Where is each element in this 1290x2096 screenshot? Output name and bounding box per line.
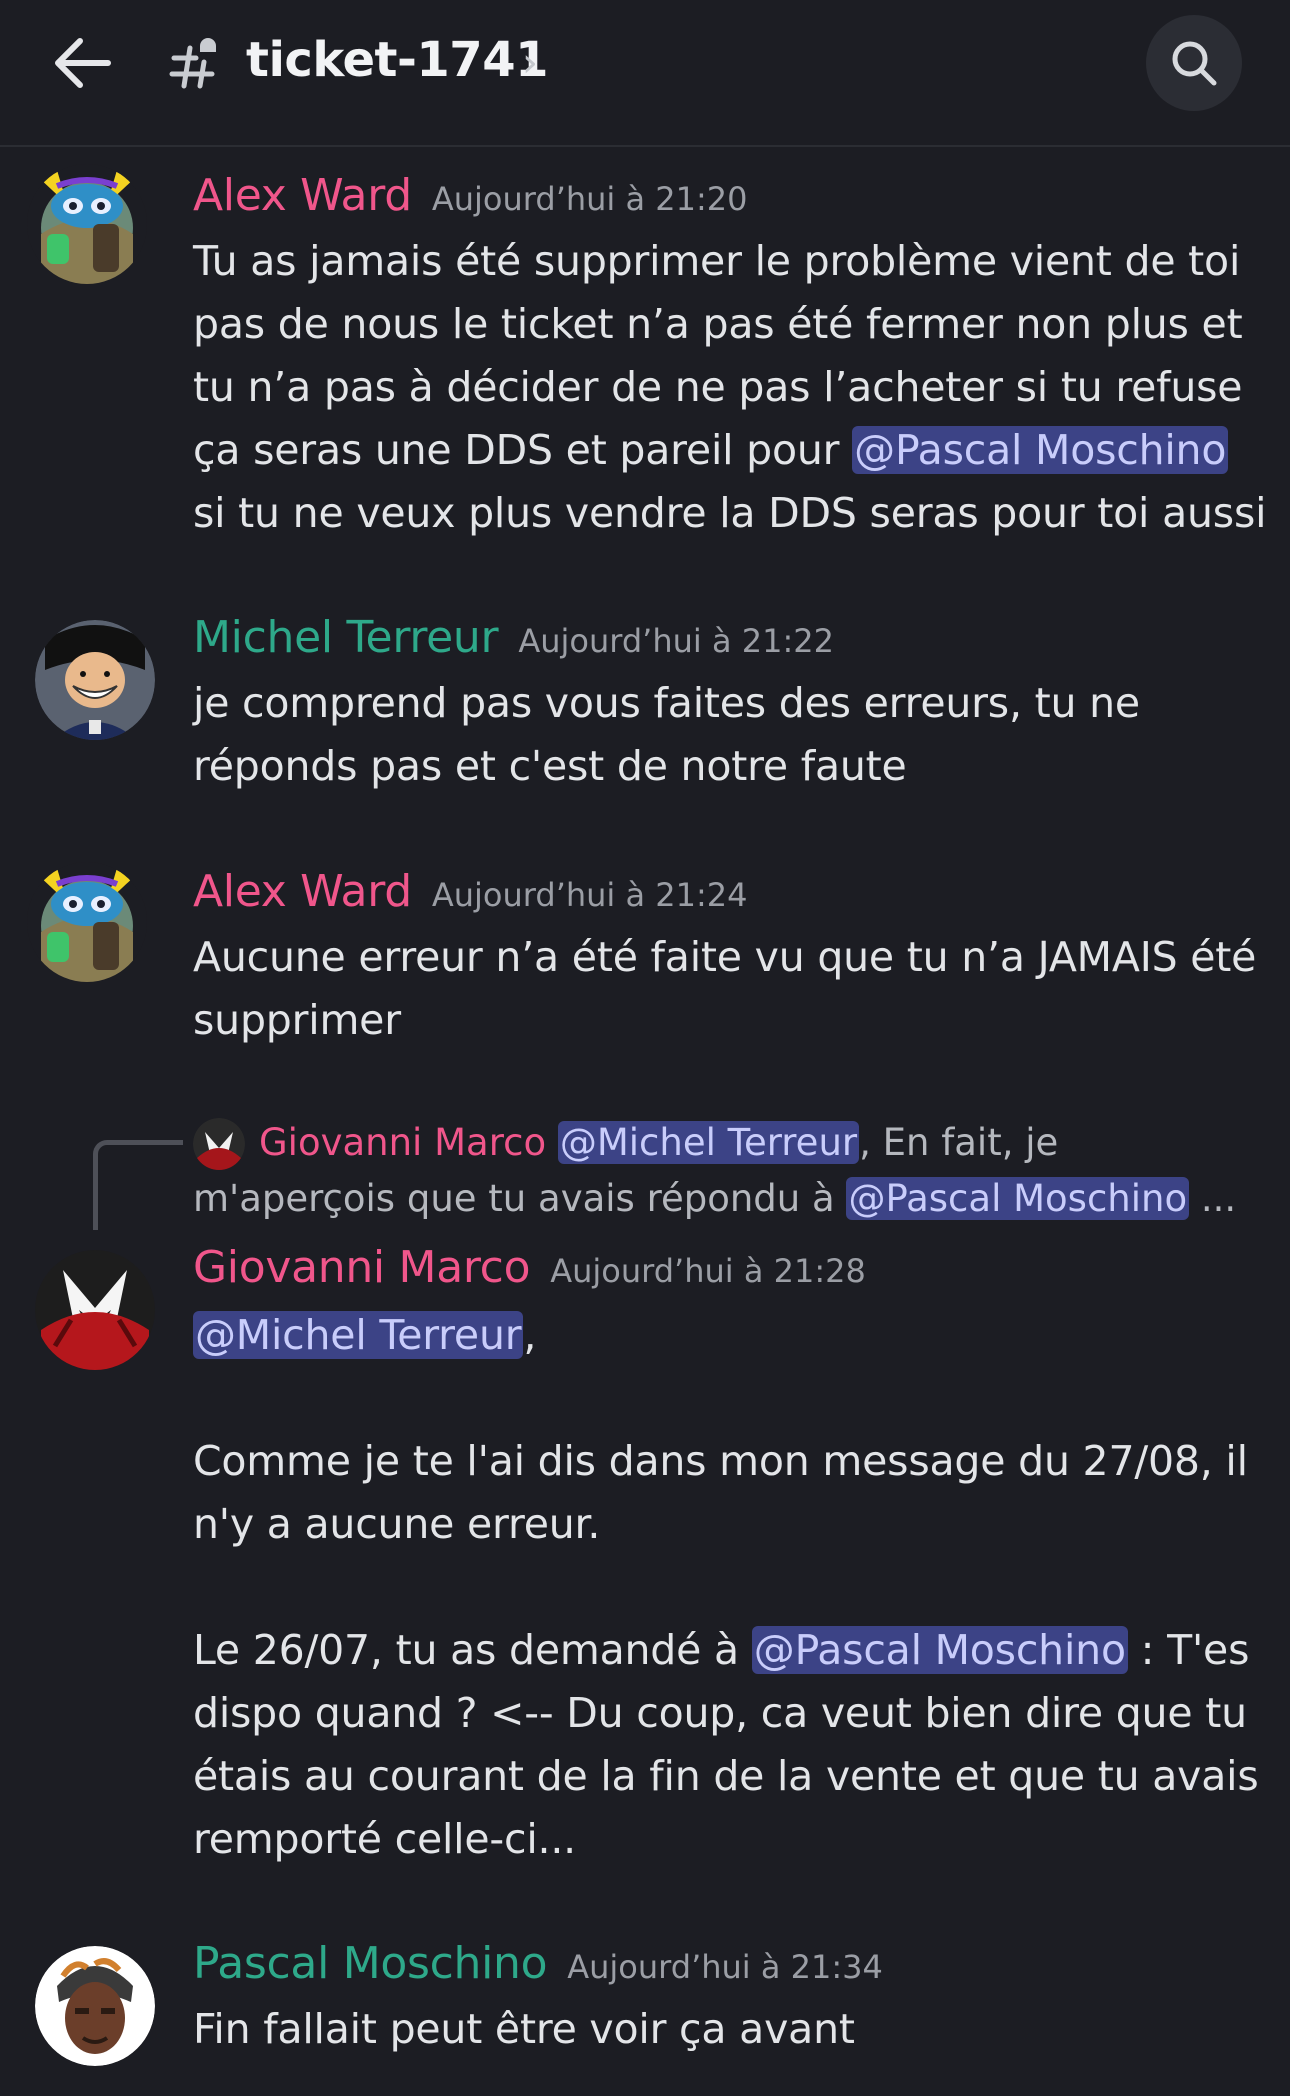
hashtag-thread-icon	[169, 38, 216, 89]
username[interactable]: Michel Terreur	[193, 612, 499, 663]
message-text: ,	[523, 1311, 537, 1359]
message-line: pas de nous le ticket n’a pas été fermer…	[193, 300, 1243, 348]
mention-michel-terreur[interactable]: @Michel Terreur	[193, 1311, 524, 1359]
message-line: si tu ne veux plus vendre la DDS seras p…	[193, 489, 1267, 537]
mention-pascal-moschino[interactable]: @Pascal Moschino	[751, 1626, 1128, 1674]
message-line: @Michel Terreur,	[193, 1304, 1268, 1367]
timestamp: Aujourd’hui à 21:34	[567, 1948, 883, 1986]
username[interactable]: Giovanni Marco	[193, 1242, 530, 1293]
message-line: Tu as jamais été supprimer le problème v…	[193, 237, 1241, 285]
message-header: Giovanni Marco Aujourd’hui à 21:28	[193, 1242, 866, 1293]
arrow-left-icon	[55, 38, 111, 88]
message-content: Aucune erreur n’a été faite vu que tu n’…	[193, 926, 1268, 1052]
reply-connector	[93, 1140, 183, 1230]
message-line: remporté celle-ci...	[193, 1815, 577, 1863]
search-icon	[1172, 41, 1217, 86]
username[interactable]: Alex Ward	[193, 866, 412, 917]
reply-text: m'aperçois que tu avais répondu à	[193, 1177, 847, 1220]
message-line: ça seras une DDS et pareil pour @Pascal …	[193, 419, 1268, 482]
reply-text: , En fait, je	[859, 1121, 1059, 1164]
message-line: n'y a aucune erreur.	[193, 1500, 601, 1548]
message-line: étais au courant de la fin de la vente e…	[193, 1752, 1259, 1800]
message-text: Le 26/07, tu as demandé à	[193, 1626, 752, 1674]
mention-pascal-moschino[interactable]: @Pascal Moschino	[852, 426, 1229, 474]
reply-line-1: Giovanni Marco @Michel Terreur, En fait,…	[193, 1115, 1253, 1171]
avatar-michel-terreur[interactable]	[35, 620, 155, 740]
message-header: Alex Ward Aujourd’hui à 21:24	[193, 866, 747, 917]
timestamp: Aujourd’hui à 21:22	[518, 622, 834, 660]
timestamp: Aujourd’hui à 21:24	[431, 876, 748, 914]
message-line: Fin fallait peut être voir ça avant	[193, 2005, 855, 2053]
chevron-right-icon[interactable]: ›	[522, 40, 538, 86]
message-line: Aucune erreur n’a été faite vu que tu n’…	[193, 933, 1257, 981]
message-line: je comprend pas vous faites des erreurs,…	[193, 679, 1140, 727]
message-content: Fin fallait peut être voir ça avant	[193, 1998, 1268, 2061]
message-line: dispo quand ? <-- Du coup, ca veut bien …	[193, 1689, 1247, 1737]
message-text: ça seras une DDS et pareil pour	[193, 426, 853, 474]
timestamp: Aujourd’hui à 21:20	[431, 180, 748, 218]
message-line: Le 26/07, tu as demandé à @Pascal Moschi…	[193, 1619, 1268, 1682]
username[interactable]: Pascal Moschino	[193, 1938, 548, 1989]
message-line: réponds pas et c'est de notre faute	[193, 742, 907, 790]
username[interactable]: Alex Ward	[193, 170, 412, 221]
message-content: je comprend pas vous faites des erreurs,…	[193, 672, 1268, 798]
avatar-giovanni-marco[interactable]	[35, 1250, 155, 1370]
message-line: tu n’a pas à décider de ne pas l’acheter…	[193, 363, 1243, 411]
reply-preview[interactable]: Giovanni Marco @Michel Terreur, En fait,…	[193, 1115, 1253, 1227]
message-line: supprimer	[193, 996, 401, 1044]
channel-title[interactable]: ticket-1741	[246, 32, 549, 88]
avatar-alex-ward[interactable]	[27, 862, 147, 982]
message-line: Comme je te l'ai dis dans mon message du…	[193, 1437, 1248, 1485]
mention-pascal-moschino[interactable]: @Pascal Moschino	[846, 1177, 1190, 1220]
chat-screen: ticket-1741 › Alex Ward Aujourd’hui à 21…	[0, 0, 1290, 2096]
channel-header: ticket-1741 ›	[0, 0, 1290, 147]
reply-author: Giovanni Marco	[259, 1121, 547, 1164]
back-button[interactable]	[50, 33, 120, 93]
message-header: Pascal Moschino Aujourd’hui à 21:34	[193, 1938, 883, 1989]
reply-ellipsis: ...	[1189, 1177, 1237, 1220]
search-button[interactable]	[1146, 15, 1242, 111]
message-text: : T'es	[1127, 1626, 1250, 1674]
message-header: Alex Ward Aujourd’hui à 21:20	[193, 170, 747, 221]
message-content: @Michel Terreur, Comme je te l'ai dis da…	[193, 1304, 1268, 1871]
message-header: Michel Terreur Aujourd’hui à 21:22	[193, 612, 834, 663]
avatar-alex-ward[interactable]	[27, 164, 147, 284]
message-content: Tu as jamais été supprimer le problème v…	[193, 230, 1268, 545]
timestamp: Aujourd’hui à 21:28	[550, 1252, 866, 1290]
reply-line-2: m'aperçois que tu avais répondu à @Pasca…	[193, 1171, 1253, 1227]
avatar-pascal-moschino[interactable]	[35, 1946, 155, 2066]
mention-michel-terreur[interactable]: @Michel Terreur	[557, 1121, 860, 1164]
